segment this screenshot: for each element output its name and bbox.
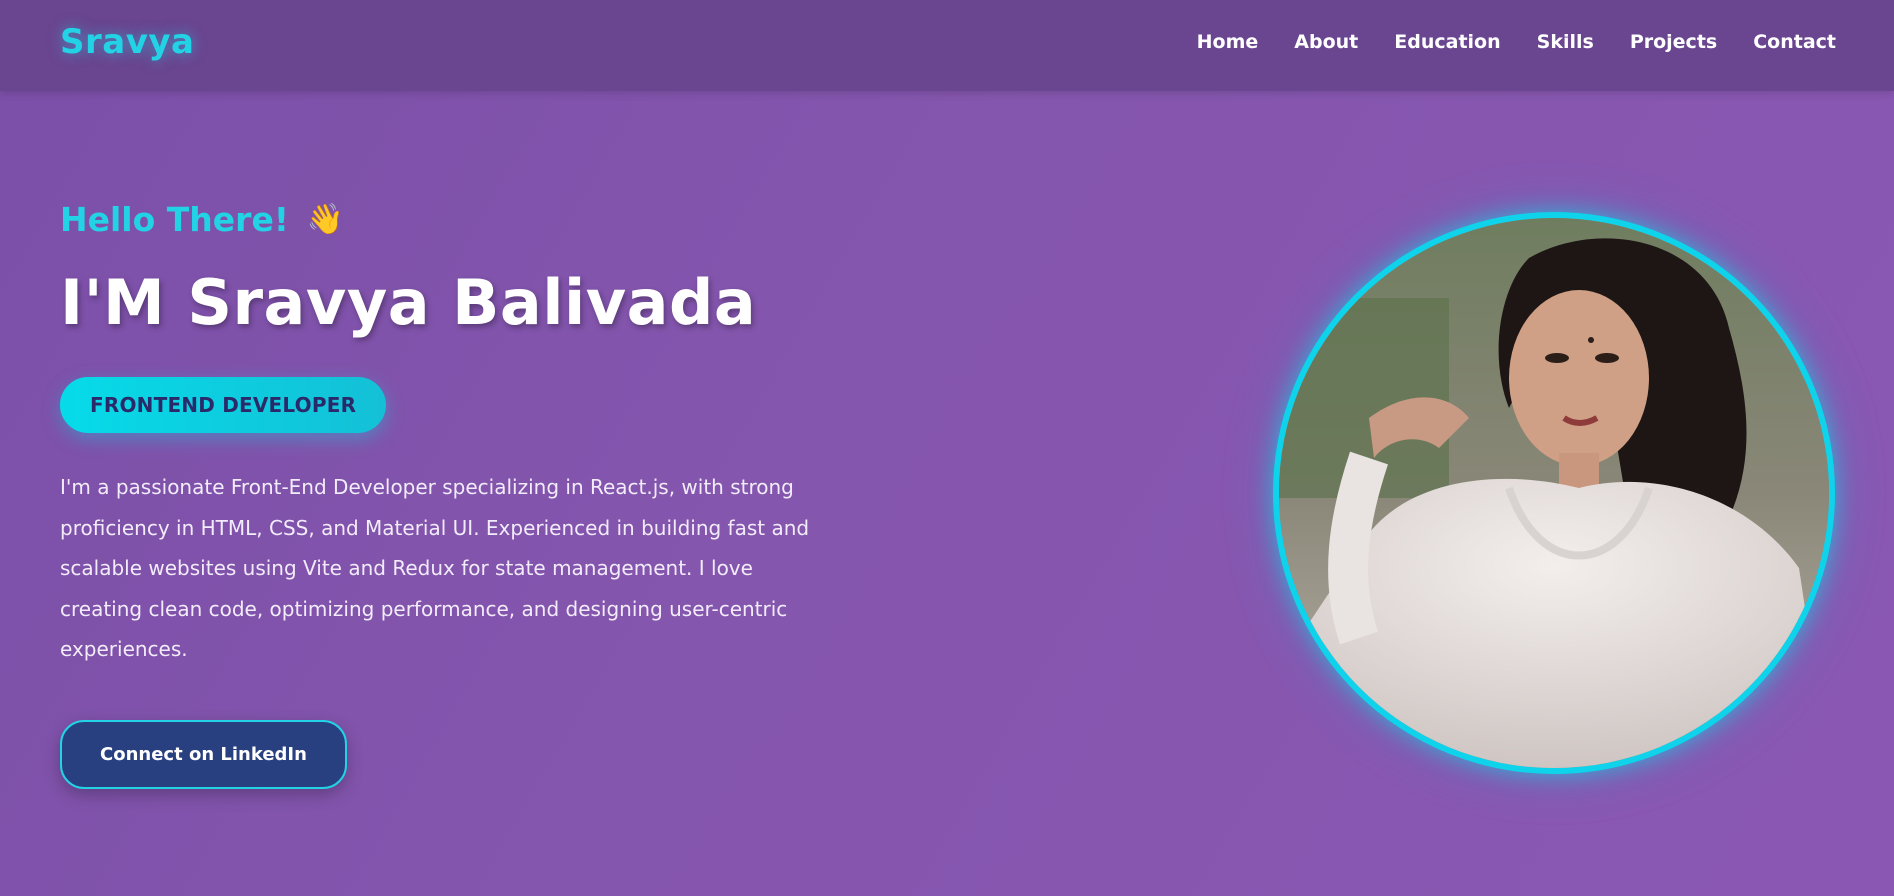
role-badge: FRONTEND DEVELOPER xyxy=(60,377,387,434)
nav-links: Home About Education Skills Projects Con… xyxy=(1197,31,1836,53)
profile-photo-illustration xyxy=(1279,218,1829,768)
profile-photo xyxy=(1273,212,1835,774)
nav-link-education[interactable]: Education xyxy=(1394,31,1500,53)
nav-link-home[interactable]: Home xyxy=(1197,31,1259,53)
hero-section: Hello There! 👋 I'M Sravya Balivada FRONT… xyxy=(60,200,820,789)
hero-bio: I'm a passionate Front-End Developer spe… xyxy=(60,475,810,662)
nav-link-skills[interactable]: Skills xyxy=(1537,31,1594,53)
greeting-text: Hello There! xyxy=(60,200,289,239)
brand-logo[interactable]: Sravya xyxy=(60,22,194,62)
nav-link-contact[interactable]: Contact xyxy=(1753,31,1836,53)
greeting: Hello There! 👋 xyxy=(60,200,820,239)
linkedin-button[interactable]: Connect on LinkedIn xyxy=(60,719,347,789)
wave-icon: 👋 xyxy=(306,202,345,237)
nav-link-about[interactable]: About xyxy=(1294,31,1358,53)
navbar: Sravya Home About Education Skills Proje… xyxy=(0,0,1894,91)
nav-link-projects[interactable]: Projects xyxy=(1630,31,1717,53)
hero-name: I'M Sravya Balivada xyxy=(60,266,757,339)
